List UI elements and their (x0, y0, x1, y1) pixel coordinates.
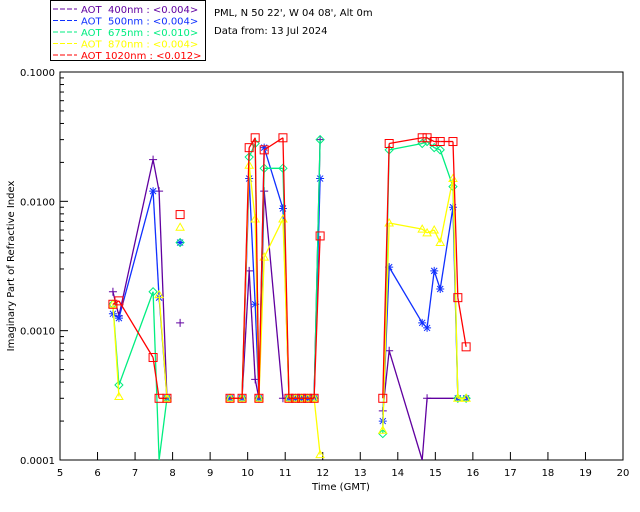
asterisk-marker (423, 323, 432, 332)
plus-marker (423, 394, 432, 403)
header-site: PML, N 50 22', W 04 08', Alt 0m (214, 8, 373, 19)
series-line-segment (313, 398, 321, 455)
series-line-segment (152, 159, 160, 192)
series-line-segment (389, 137, 423, 145)
series-line-segment (263, 137, 284, 151)
series-line-segment (158, 191, 168, 399)
plot-frame (59, 71, 624, 461)
asterisk-marker (176, 238, 185, 247)
x-tick-label: 5 (57, 468, 63, 479)
series-line-segment (389, 222, 423, 230)
series-line-segment (457, 297, 467, 347)
series-line-segment (241, 147, 250, 399)
x-tick-label: 6 (94, 468, 100, 479)
legend-label: AOT 1020nm : <0.012> (81, 51, 201, 62)
series-line-segment (388, 350, 423, 461)
x-tick-label: 15 (429, 468, 442, 479)
series-line-segment (421, 398, 428, 461)
x-tick-label: 18 (542, 468, 555, 479)
legend: AOT 400nm : <0.004>AOT 500nm : <0.004>AO… (50, 0, 206, 62)
series-line-segment (439, 207, 454, 290)
aot-refractive-index-chart: 5 6 7 8 9 10 11 12 13 14 15 16 17 18 19 20 0.0001 0.0010 0… (6, 0, 630, 493)
triangle-marker (429, 225, 440, 234)
y-tick-label: 0.0100 (20, 197, 55, 208)
x-tick-label: 17 (504, 468, 517, 479)
x-tick-label: 10 (241, 468, 254, 479)
plus-marker (108, 287, 117, 296)
series-4 (108, 133, 471, 403)
x-tick-label: 19 (579, 468, 592, 479)
legend-label: AOT 400nm : <0.004> (81, 5, 198, 16)
series-line-segment (152, 191, 160, 298)
asterisk-marker (316, 174, 325, 183)
x-tick-label: 11 (279, 468, 292, 479)
x-tick-label: 16 (466, 468, 479, 479)
series-line-segment (439, 178, 454, 243)
series-line-segment (263, 147, 284, 209)
x-tick-label: 12 (316, 468, 329, 479)
plus-marker (149, 155, 158, 164)
x-tick-label: 20 (617, 468, 630, 479)
y-tick-label: 0.0010 (20, 327, 55, 338)
series-line-segment (426, 270, 435, 329)
legend-label: AOT 500nm : <0.004> (81, 17, 198, 28)
x-axis-title: Time (GMT) (311, 482, 370, 493)
series-line-segment (118, 190, 154, 319)
series-line-segment (118, 291, 154, 386)
asterisk-marker (436, 284, 445, 293)
legend-label: AOT 675nm : <0.010> (81, 28, 198, 39)
x-tick-label: 7 (132, 468, 138, 479)
square-marker (175, 210, 185, 220)
x-tick-label: 13 (354, 468, 367, 479)
y-axis-title: Imaginary Part of Refractive Index (6, 181, 17, 352)
x-tick-label: 8 (169, 468, 175, 479)
x-tick-label: 9 (207, 468, 213, 479)
y-tick-label: 0.0001 (20, 456, 55, 467)
triangle-marker (175, 222, 185, 231)
asterisk-marker (149, 187, 158, 196)
series-line-segment (389, 142, 423, 151)
asterisk-marker (430, 266, 439, 275)
series-line-segment (388, 266, 423, 324)
series-line-segment (118, 159, 154, 317)
x-tick-label: 14 (391, 468, 404, 479)
series-line-segment (118, 300, 154, 358)
plus-marker (176, 318, 185, 327)
y-tick-label: 0.1000 (20, 68, 55, 79)
header-date: Data from: 13 Jul 2024 (214, 26, 327, 37)
asterisk-marker (278, 204, 287, 213)
legend-label: AOT 870nm : <0.004> (81, 40, 198, 51)
asterisk-marker (114, 314, 123, 323)
series-line-segment (282, 137, 290, 399)
series-line-segment (158, 398, 168, 461)
